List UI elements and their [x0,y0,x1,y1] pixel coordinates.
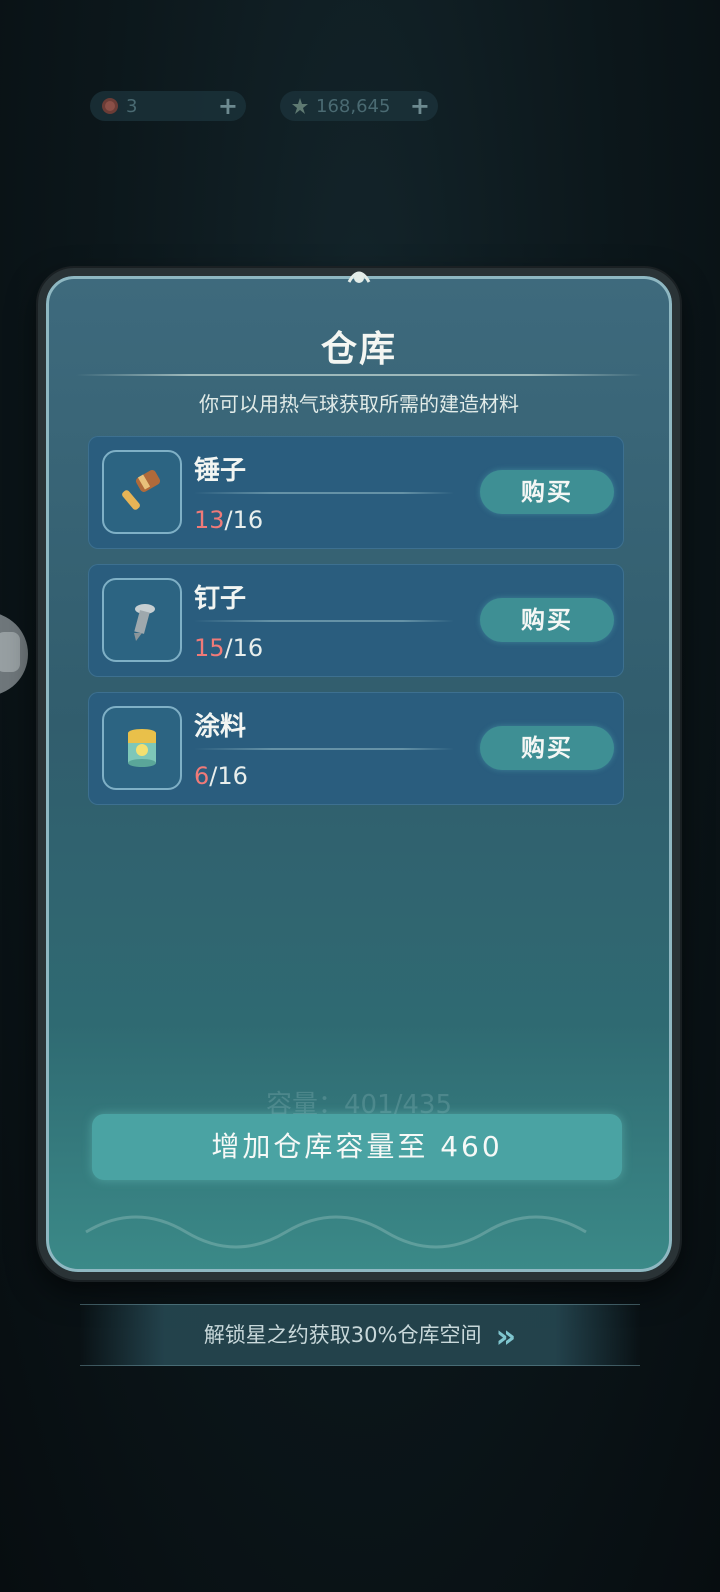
item-count: 15/16 [194,634,263,662]
list-item-paint: 涂料 6/16 购买 [88,692,624,805]
paint-bucket-icon [102,706,182,790]
item-count-current: 6 [194,762,210,790]
item-name: 涂料 [194,712,247,742]
star-gem-icon [290,96,310,116]
lives-value: 3 [126,95,138,117]
material-list: 锤子 13/16 购买 钉子 15/16 购买 涂料 6/16 购买 [88,436,624,820]
hammer-icon [102,450,182,534]
buy-hammer-button[interactable]: 购买 [480,470,614,514]
upgrade-capacity-button[interactable]: 增加仓库容量至 460 [92,1114,622,1180]
side-menu-button[interactable] [0,612,28,696]
modal-subtitle: 你可以用热气球获取所需的建造材料 [199,392,519,416]
item-divider [194,620,454,622]
title-divider [76,374,642,376]
item-count: 6/16 [194,762,248,790]
stars-counter[interactable]: 168,645 + [280,91,438,121]
item-name: 钉子 [194,584,247,614]
unlock-banner-text: 解锁星之约获取30%仓库空间 [203,1323,482,1347]
list-item-hammer: 锤子 13/16 购买 [88,436,624,549]
buy-paint-button[interactable]: 购买 [480,726,614,770]
add-lives-button[interactable]: + [218,94,238,118]
item-count-total: /16 [224,634,264,662]
item-count-current: 13 [194,506,225,534]
buy-nail-button[interactable]: 购买 [480,598,614,642]
double-chevron-right-icon: » [495,1317,517,1355]
crescent-ornament-icon [329,262,389,292]
unlock-pass-banner[interactable]: 解锁星之约获取30%仓库空间 » [80,1304,640,1366]
modal-title: 仓库 [320,329,397,370]
warehouse-modal: 仓库 你可以用热气球获取所需的建造材料 锤子 13/16 购买 钉子 15/16… [38,268,680,1280]
item-count-total: /16 [224,506,264,534]
item-count: 13/16 [194,506,263,534]
item-divider [194,748,454,750]
screen: 3 + 168,645 + 仓库 你可以用热气球获取所需的建造材料 锤子 13/… [0,0,720,1592]
heart-icon [100,96,120,116]
item-name: 锤子 [194,456,247,486]
wave-decoration-icon [85,1215,587,1249]
side-menu-icon [0,632,20,672]
lives-counter[interactable]: 3 + [90,91,246,121]
item-count-current: 15 [194,634,225,662]
item-count-total: /16 [209,762,248,790]
add-stars-button[interactable]: + [410,94,430,118]
stars-value: 168,645 [316,95,391,117]
nail-icon [102,578,182,662]
item-divider [194,492,454,494]
list-item-nail: 钉子 15/16 购买 [88,564,624,677]
